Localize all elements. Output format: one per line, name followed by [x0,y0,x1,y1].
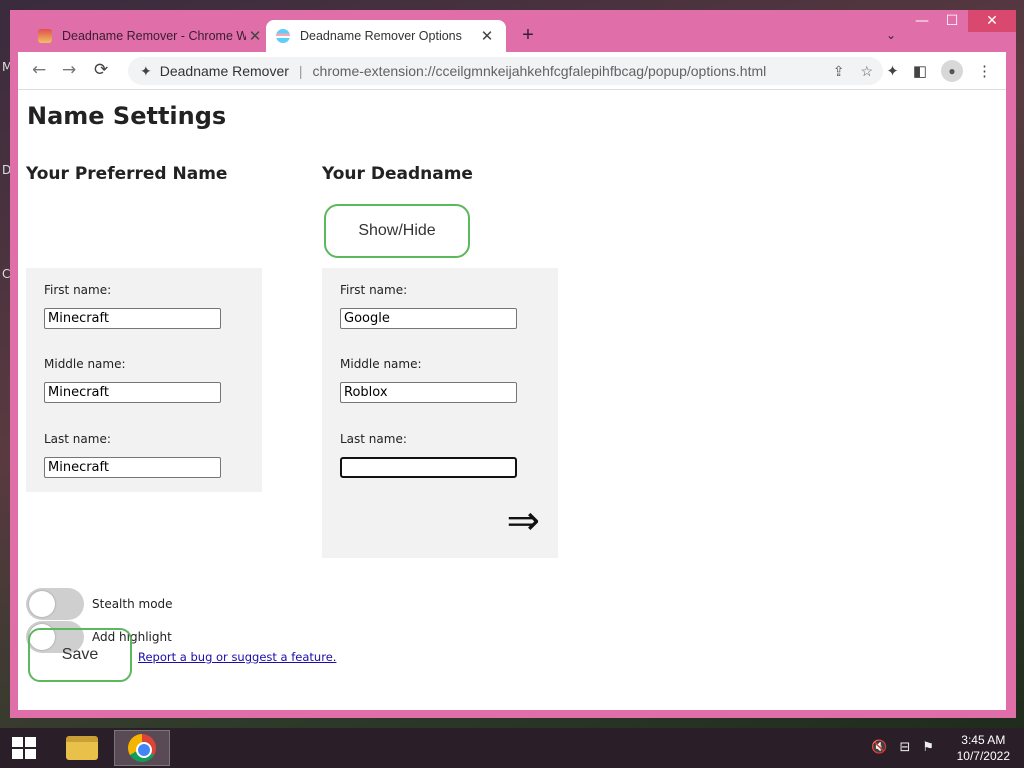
stealth-mode-row: Stealth mode [26,588,173,620]
browser-toolbar: ← → ⟳ ✦ Deadname Remover | chrome-extens… [18,52,1006,90]
reload-icon[interactable]: ⟳ [94,60,108,80]
system-tray: 🔇 ⊟ ⚑ [871,740,934,755]
network-icon[interactable]: ⊟ [899,740,910,755]
address-bar[interactable]: ✦ Deadname Remover | chrome-extension://… [128,57,883,85]
tab-search-chevron-icon[interactable]: ⌄ [886,28,896,42]
report-bug-link[interactable]: Report a bug or suggest a feature. [138,650,336,664]
tab-options[interactable]: Deadname Remover Options ✕ [266,20,506,52]
last-name-label: Last name: [340,432,407,446]
windows-start-icon[interactable] [12,737,36,759]
tab-chrome-web-store[interactable]: Deadname Remover - Chrome W ✕ [28,20,274,52]
puzzle-piece-icon: ✦ [140,62,152,79]
preferred-first-name-input[interactable] [44,308,221,329]
forward-arrow-icon[interactable]: → [62,60,76,80]
share-icon[interactable]: ⇪ [833,63,845,80]
extensions-icon[interactable]: ✦ [886,62,899,80]
stealth-mode-label: Stealth mode [92,597,173,611]
deadname-panel: First name: Middle name: Last name: ⇒ [322,268,558,558]
toggle-knob [29,591,55,617]
clock-time: 3:45 AM [961,733,1006,747]
deadname-heading: Your Deadname [322,164,473,184]
back-arrow-icon[interactable]: ← [32,60,46,80]
first-name-label: First name: [44,283,112,297]
trans-flag-favicon-icon [276,29,290,43]
deadname-last-name-input[interactable] [340,457,517,478]
first-name-label: First name: [340,283,408,297]
omnibox-divider: | [298,63,303,79]
folder-icon [66,736,98,760]
stealth-mode-toggle[interactable] [26,588,84,620]
rainbow-favicon-icon [38,29,52,43]
new-tab-button[interactable]: + [516,24,540,47]
save-button[interactable]: Save [28,628,132,682]
deadname-first-name-input[interactable] [340,308,517,329]
page-title: Name Settings [27,102,227,130]
chrome-icon [128,734,156,762]
profile-avatar-icon[interactable]: ● [941,60,963,82]
side-panel-icon[interactable]: ◧ [913,62,927,80]
preferred-name-heading: Your Preferred Name [26,164,228,184]
taskbar: 🔇 ⊟ ⚑ 3:45 AM 10/7/2022 [0,728,1024,768]
site-name: Deadname Remover [159,63,289,79]
tab-strip: Deadname Remover - Chrome W ✕ Deadname R… [18,20,1006,52]
file-explorer-button[interactable] [54,730,110,766]
system-clock[interactable]: 3:45 AM 10/7/2022 [957,732,1010,764]
close-tab-icon[interactable]: ✕ [246,27,264,45]
volume-muted-icon[interactable]: 🔇 [871,740,887,755]
clock-date: 10/7/2022 [956,749,1010,763]
preferred-name-panel: First name: Middle name: Last name: [26,268,262,492]
middle-name-label: Middle name: [44,357,126,371]
chrome-taskbar-button[interactable] [114,730,170,766]
tab-title: Deadname Remover Options [300,29,462,43]
middle-name-label: Middle name: [340,357,422,371]
show-hide-button[interactable]: Show/Hide [324,204,470,258]
deadname-middle-name-input[interactable] [340,382,517,403]
close-tab-icon[interactable]: ✕ [478,27,496,45]
preferred-last-name-input[interactable] [44,457,221,478]
tab-title: Deadname Remover - Chrome W [62,29,246,43]
bookmark-star-icon[interactable]: ☆ [860,63,873,80]
url-text: chrome-extension://cceilgmnkeijahkehfcgf… [312,63,767,79]
preferred-middle-name-input[interactable] [44,382,221,403]
notification-flag-icon[interactable]: ⚑ [922,740,934,755]
last-name-label: Last name: [44,432,111,446]
options-page: Name Settings Your Preferred Name Your D… [18,90,1006,710]
more-menu-icon[interactable]: ⋮ [977,62,992,80]
right-double-arrow-icon: ⇒ [506,498,540,544]
